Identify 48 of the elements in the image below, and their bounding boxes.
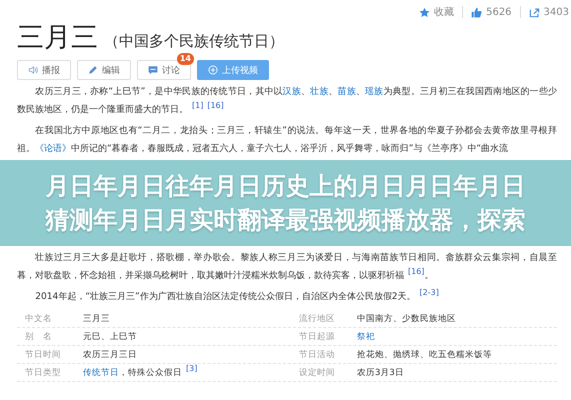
plus-circle-icon (208, 65, 218, 75)
speaker-icon (28, 65, 38, 75)
thumbs-up-icon (471, 6, 482, 18)
field-value: 中国南方、少数民族地区 (357, 314, 456, 324)
paragraph: 2014年起，“壮族三月三”作为广西壮族自治区法定传统公众假日，自治区内全体公民放假2天。 $^{[2-3]}$ (34, 288, 440, 304)
text-link[interactable]: 苗族 (338, 87, 356, 97)
field-value: 抢花炮、抛绣球、吃五色糯米饭等 (357, 350, 492, 360)
pencil-icon (88, 65, 98, 75)
chat-bubble-icon (148, 65, 158, 75)
paragraph: 在我国北方中原地区也有“二月二，龙抬头；三月三，轩辕生”的说法。每年这一天，世界各地的华夏子孙都会去黄帝故里寻根拜祖。《论语》中所记的“暮春者，春服既成，冠者五六人，童子六七人，浴乎沂，风乎舞雩，咏而归”与《兰亭序》中“曲水流 (17, 124, 557, 156)
count-badge: 14 (176, 53, 194, 65)
field-label: 流行地区 (298, 312, 336, 324)
toolbar-button[interactable]: 播报 (17, 60, 71, 80)
text-link[interactable]: 瑶族 (365, 87, 384, 97)
text-link[interactable]: 祭祀 (357, 332, 375, 342)
action-button[interactable]: 收藏 (417, 5, 456, 19)
reference-link[interactable]: [2-3] (420, 288, 439, 297)
field-label: 节日起源 (298, 330, 336, 342)
share-icon (528, 6, 540, 18)
reference-link[interactable]: [16] (207, 101, 224, 110)
field-value: 农历3月3日 (357, 368, 404, 378)
banner-headline: 月日年月日往年月日历史上的月日月日年月日 (46, 171, 526, 201)
paragraph: 壮族过三月三大多是赶歌圩，搭歌棚，举办歌会。黎族人称三月三为谈爱日，与海南苗族节日相同。畲族群众云集宗祠，自晨至暮，对歌盘歌，怀念始祖，并采撷乌稔树叶，取其嫩叶汁浸糯米炊制乌饭，款待宾客，以驱邪祈福 $^{[16]}$。 (17, 252, 557, 283)
field-value: 农历三月三日 (83, 350, 137, 360)
field-label: 节日活动 (298, 348, 336, 360)
reference-link[interactable]: [1] (192, 101, 204, 110)
action-button[interactable]: 5626 (469, 6, 514, 18)
reference-link[interactable]: [3] (186, 364, 198, 372)
field-label: 节日时间 (24, 348, 62, 360)
field-label: 节日类型 (24, 366, 62, 378)
field-value: 元巳、上巳节 (83, 332, 137, 342)
text-link[interactable]: 壮族 (310, 87, 328, 97)
field-value: 三月三 (83, 314, 110, 324)
text-link[interactable]: 《论语》 (35, 144, 71, 154)
field-label: 设定时间 (298, 366, 336, 378)
page-title: 三月三 (17, 23, 98, 53)
page-subtitle: （中国多个民族传统节日） (104, 32, 284, 51)
banner-headline: 猜测年月日月实时翻译最强视频播放器，探索 (46, 205, 526, 235)
field-value: ，特殊公众假日 (119, 368, 182, 378)
toolbar-button[interactable]: 讨论 (137, 60, 191, 80)
toolbar-button[interactable]: 编辑 (77, 60, 131, 80)
field-label: 别 名 (24, 330, 53, 342)
field-label: 中文名 (24, 312, 53, 324)
action-button[interactable]: 3403 (526, 6, 571, 18)
text-link[interactable]: 传统节日 (83, 368, 119, 378)
star-icon (419, 6, 430, 18)
reference-link[interactable]: [16] (408, 267, 424, 276)
text-link[interactable]: 汉族 (282, 87, 302, 97)
